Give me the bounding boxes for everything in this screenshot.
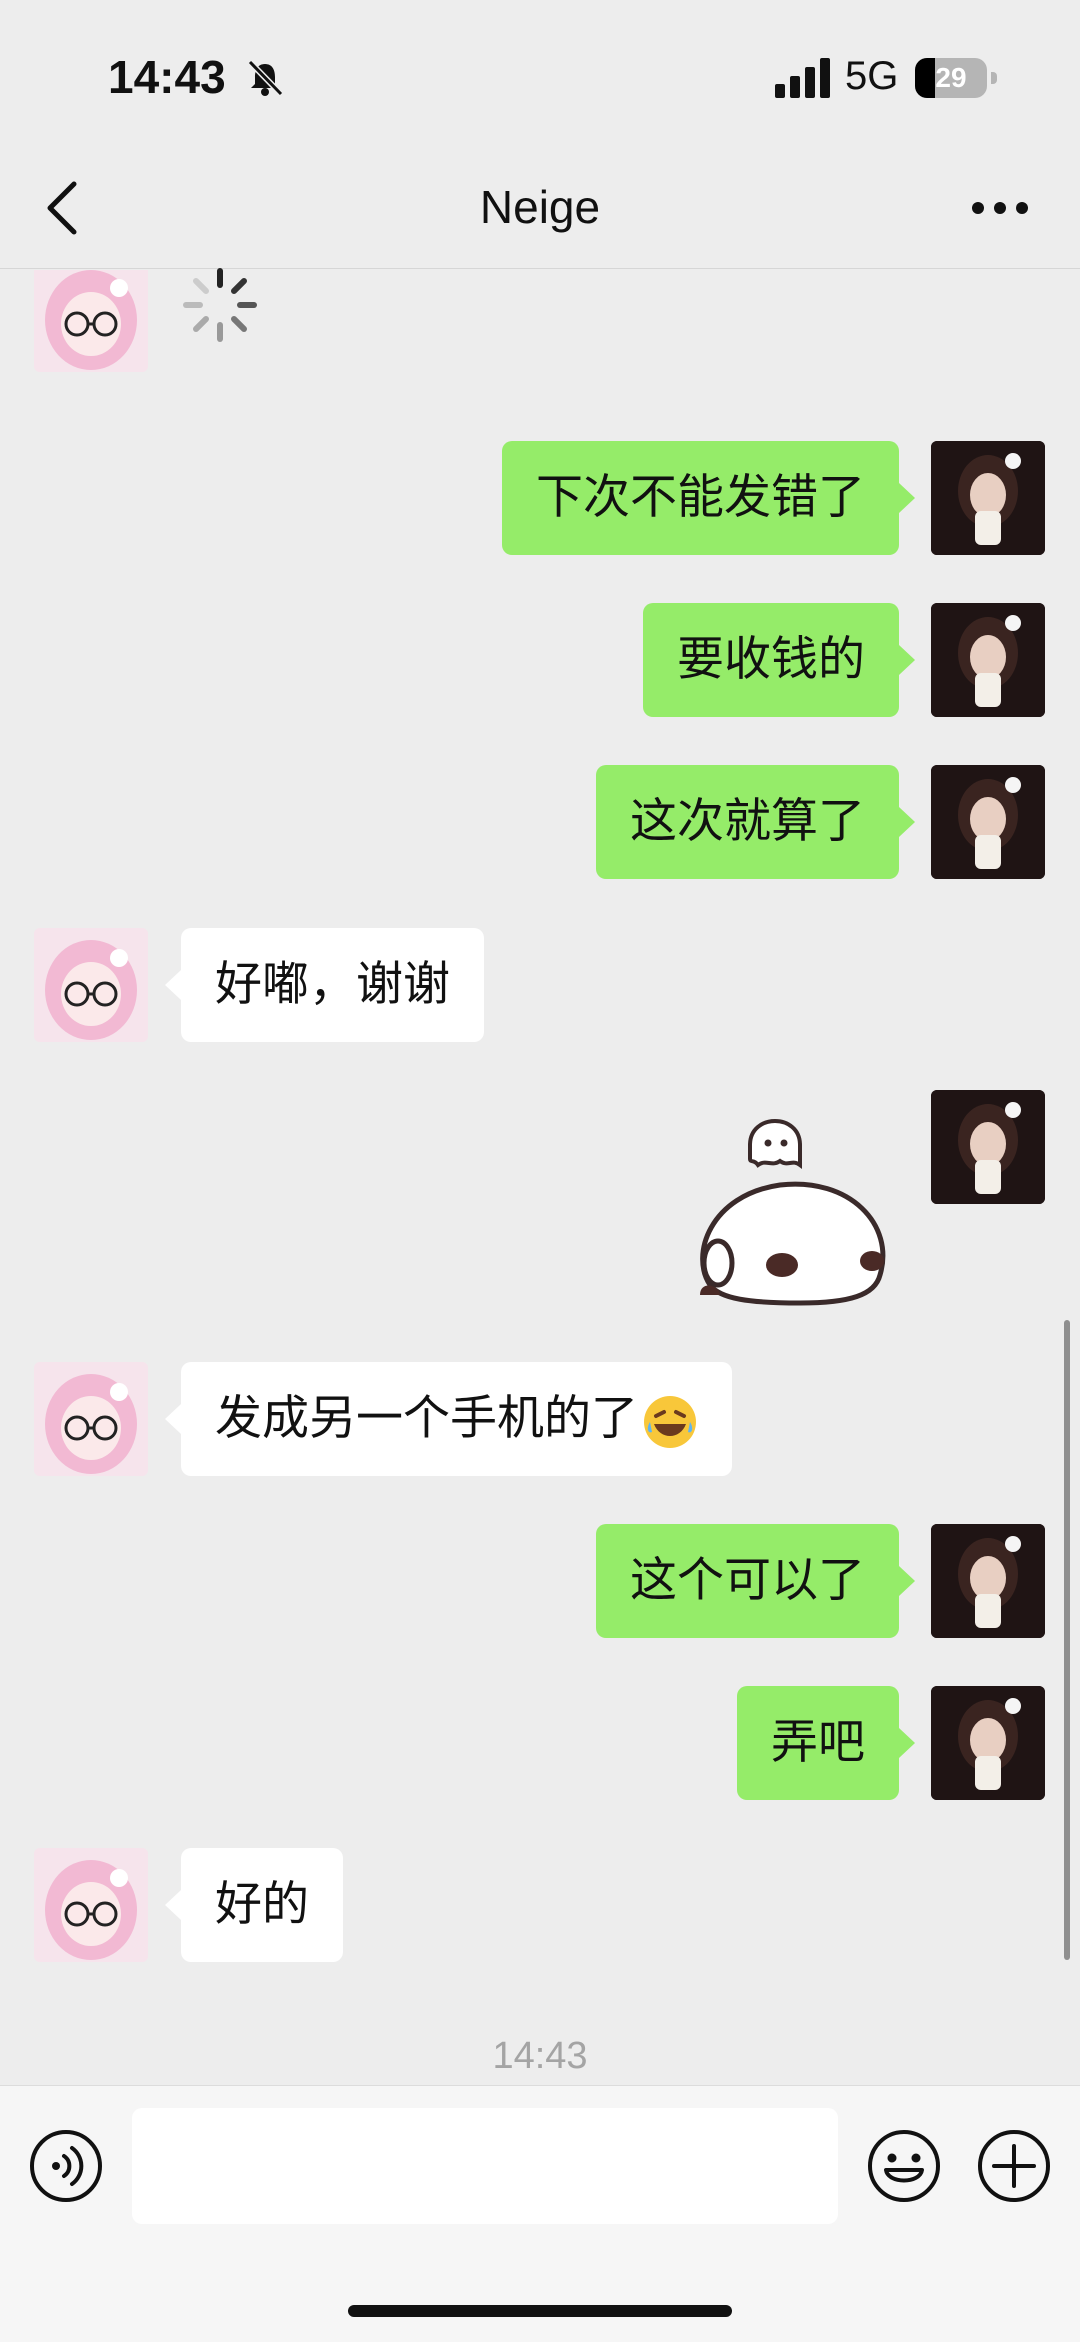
my-avatar[interactable] <box>931 1090 1045 1204</box>
my-message-bubble[interactable]: 这次就算了 <box>596 765 915 879</box>
my-avatar[interactable] <box>931 1686 1045 1800</box>
home-indicator[interactable] <box>348 2305 732 2317</box>
input-bar <box>0 2085 1080 2342</box>
battery-level: 29 <box>935 62 967 93</box>
contact-avatar[interactable] <box>34 270 148 372</box>
my-message-bubble[interactable]: 弄吧 <box>737 1686 915 1800</box>
status-bar: 14:43 5G 29 <box>0 0 1080 150</box>
network-type: 5G <box>845 54 899 98</box>
my-avatar[interactable] <box>931 765 1045 879</box>
my-avatar[interactable] <box>931 1524 1045 1638</box>
panda-ghost-sticker-icon[interactable] <box>680 1085 910 1325</box>
signal-icon <box>775 58 830 98</box>
chat-scrollbar[interactable] <box>1064 1320 1070 1960</box>
message-timestamp: 14:43 <box>492 2035 588 2077</box>
rolling-laughing-emoji-icon <box>644 1395 696 1448</box>
contact-avatar[interactable] <box>34 1362 148 1476</box>
plus-icon[interactable] <box>976 2128 1052 2204</box>
contact-avatar[interactable] <box>34 928 148 1042</box>
my-avatar[interactable] <box>931 441 1045 555</box>
my-message-bubble[interactable]: 这个可以了 <box>596 1524 915 1638</box>
status-time: 14:43 <box>108 51 226 103</box>
my-message-bubble[interactable]: 下次不能发错了 <box>502 441 915 555</box>
voice-input-icon[interactable] <box>28 2128 104 2204</box>
contact-message-bubble[interactable]: 好的 <box>165 1848 343 1962</box>
emoji-face-icon[interactable] <box>866 2128 942 2204</box>
my-message-bubble[interactable]: 要收钱的 <box>643 603 915 717</box>
more-options-icon[interactable] <box>970 200 1030 216</box>
message-text: 发成另一个手机的了 <box>215 1391 638 1446</box>
chat-title: Neige <box>479 181 601 233</box>
mute-bell-icon <box>247 59 284 97</box>
loading-spinner-icon <box>183 268 257 342</box>
contact-message-bubble[interactable]: 发成另一个手机的了 <box>165 1362 732 1476</box>
chat-header: Neige <box>0 150 1080 269</box>
contact-avatar[interactable] <box>34 1848 148 1962</box>
my-avatar[interactable] <box>931 603 1045 717</box>
message-input[interactable] <box>132 2108 838 2224</box>
contact-message-bubble[interactable]: 好嘟，谢谢 <box>165 928 484 1042</box>
battery-icon: 29 <box>915 58 997 98</box>
